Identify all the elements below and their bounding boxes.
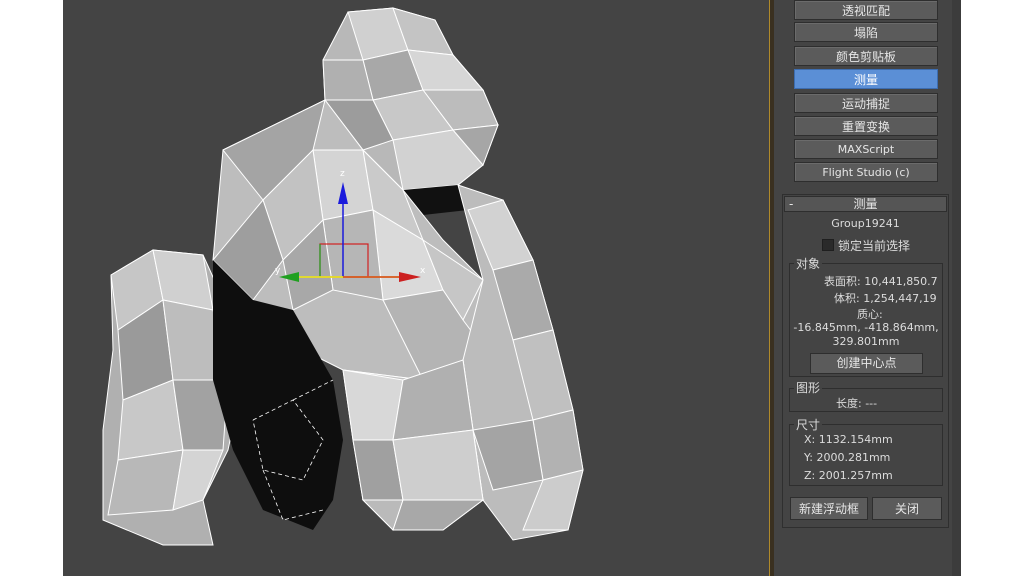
- new-floater-button[interactable]: 新建浮动框: [790, 497, 868, 520]
- reset-xform-button[interactable]: 重置变换: [794, 116, 938, 136]
- panel-scrollbar[interactable]: [952, 0, 961, 576]
- center-of-mass-line2: 329.801mm: [832, 335, 900, 348]
- dimension-y-value: Y: 2000.281mm: [804, 451, 891, 464]
- command-panel: 透视匹配 塌陷 颜色剪贴板 测量 运动捕捉 重置变换 MAXScript Fli…: [774, 0, 961, 576]
- motion-capture-button[interactable]: 运动捕捉: [794, 93, 938, 113]
- lowpoly-gorilla-model[interactable]: z x y: [63, 0, 769, 576]
- collapse-button[interactable]: 塌陷: [794, 22, 938, 42]
- maxscript-button[interactable]: MAXScript: [794, 139, 938, 159]
- measure-button[interactable]: 测量: [794, 69, 938, 89]
- dimensions-group-title: 尺寸: [794, 416, 823, 433]
- surface-area-value: 表面积: 10,441,850.7: [824, 275, 938, 288]
- z-axis-label: z: [340, 169, 345, 179]
- x-axis-label: x: [420, 266, 426, 276]
- lock-selection-checkbox[interactable]: [822, 239, 834, 251]
- close-button[interactable]: 关闭: [872, 497, 942, 520]
- perspective-match-button[interactable]: 透视匹配: [794, 0, 938, 20]
- rollout-title: 测量: [853, 197, 878, 211]
- length-value: 长度: ---: [836, 397, 878, 410]
- lock-selection-label: 锁定当前选择: [838, 239, 911, 253]
- y-axis-label: y: [275, 266, 281, 276]
- object-name: Group19241: [831, 217, 900, 230]
- measure-rollout-header[interactable]: - 测量: [784, 196, 947, 212]
- gorilla-front-arm: [342, 359, 485, 531]
- flight-studio-button[interactable]: Flight Studio (c): [794, 162, 938, 182]
- viewport[interactable]: z x y: [63, 0, 769, 576]
- color-clipboard-button[interactable]: 颜色剪贴板: [794, 46, 938, 66]
- volume-value: 体积: 1,254,447,19: [834, 292, 937, 305]
- shape-group-title: 图形: [794, 379, 823, 396]
- rollout-collapse-toggle[interactable]: -: [789, 197, 793, 211]
- center-of-mass-label: 质心:: [857, 308, 883, 321]
- create-center-point-button[interactable]: 创建中心点: [810, 353, 923, 374]
- dimension-z-value: Z: 2001.257mm: [804, 469, 893, 482]
- center-of-mass-line1: -16.845mm, -418.864mm,: [793, 321, 939, 334]
- object-group-title: 对象: [794, 255, 823, 272]
- dimension-x-value: X: 1132.154mm: [804, 433, 893, 446]
